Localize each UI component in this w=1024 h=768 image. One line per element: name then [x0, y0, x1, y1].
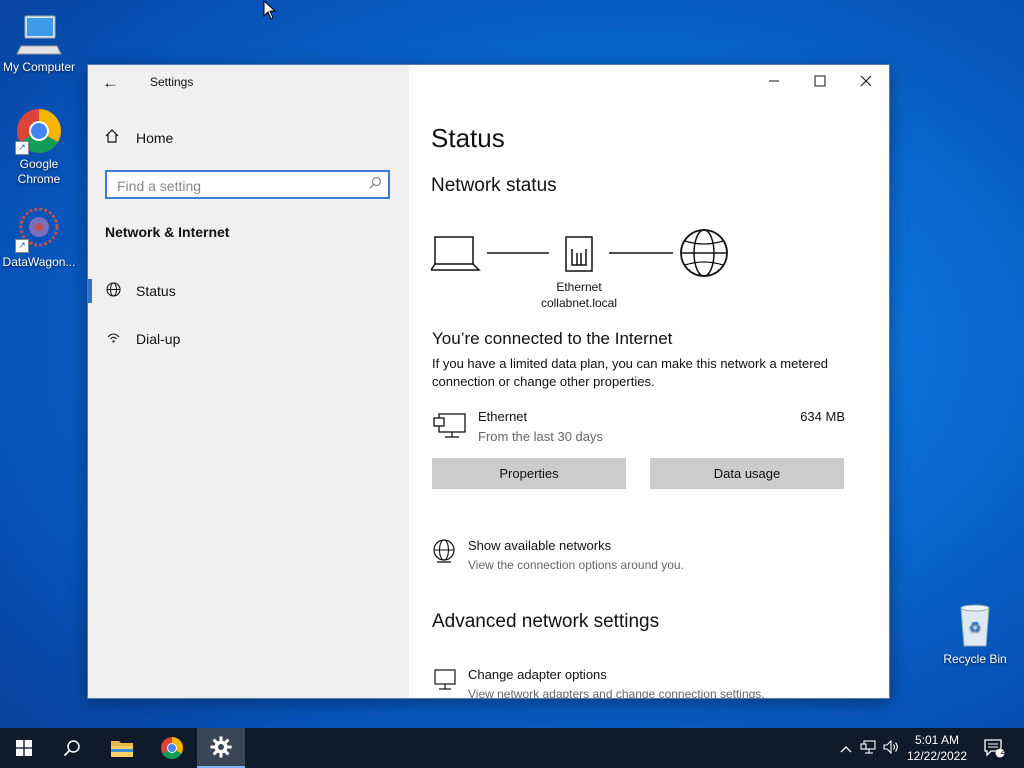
settings-content: Status Network status Ethernet collabnet [409, 65, 889, 698]
search-box[interactable] [105, 170, 390, 199]
change-adapter-title: Change adapter options [468, 667, 607, 682]
clock-date: 12/22/2022 [906, 749, 968, 763]
volume-icon[interactable] [880, 739, 902, 757]
shortcut-arrow-icon: ↗ [15, 239, 29, 253]
start-button[interactable] [0, 728, 48, 768]
internet-globe-icon [680, 229, 728, 277]
maximize-icon [814, 75, 826, 87]
sidebar-item-dial-up[interactable]: Dial-up [88, 319, 409, 359]
desktop-icon-label: My Computer [2, 60, 76, 74]
connection-usage: 634 MB [800, 409, 845, 424]
close-icon [860, 75, 872, 87]
settings-sidebar: ← Settings Home Network & Internet Statu… [88, 65, 409, 698]
svg-text:♻: ♻ [969, 620, 982, 636]
system-tray [838, 728, 902, 768]
taskbar-search-button[interactable] [48, 728, 96, 768]
adapter-label: Ethernet collabnet.local [529, 279, 629, 311]
action-center-button[interactable]: 2 [972, 728, 1016, 768]
recycle-bin-icon: ♻ [951, 602, 999, 650]
nav-home[interactable]: Home [105, 129, 173, 146]
taskbar-file-explorer[interactable] [98, 728, 146, 768]
sidebar-item-label: Status [136, 283, 176, 299]
taskbar-settings[interactable] [197, 728, 245, 768]
globe-network-icon [105, 282, 121, 300]
laptop-icon [431, 236, 481, 271]
maximize-button[interactable] [797, 65, 843, 97]
settings-window: ← Settings Home Network & Internet Statu… [87, 64, 890, 699]
desktop-icon-label: Google Chrome [17, 157, 61, 186]
connection-name: Ethernet [478, 409, 528, 424]
data-usage-button[interactable]: Data usage [650, 458, 844, 489]
network-tray-icon[interactable] [856, 739, 880, 757]
chrome-icon [161, 737, 183, 759]
connected-description: If you have a limited data plan, you can… [432, 356, 828, 389]
desktop-icon-datawagon[interactable]: ↗ DataWagon... [1, 205, 77, 270]
desktop-icon-my-computer[interactable]: My Computer [1, 10, 77, 75]
search-input[interactable] [115, 176, 359, 196]
adapter-domain: collabnet.local [540, 296, 618, 310]
globe-network-icon [433, 539, 455, 563]
window-title: Settings [150, 75, 194, 89]
ethernet-port-icon [565, 236, 593, 272]
adapter-pc-icon [434, 669, 456, 690]
desktop-icon-label: Recycle Bin [943, 652, 1007, 666]
ethernet-pc-icon [433, 413, 466, 438]
show-networks-title: Show available networks [468, 538, 612, 553]
desktop-icon-chrome[interactable]: ↗ Google Chrome [1, 107, 77, 187]
show-networks-subtitle: View the connection options around you. [468, 558, 684, 572]
change-adapter-subtitle: View network adapters and change connect… [468, 687, 765, 699]
page-title: Status [431, 123, 505, 153]
shortcut-arrow-icon: ↗ [15, 141, 29, 155]
nav-home-label: Home [136, 129, 174, 146]
search-icon [63, 740, 80, 757]
minimize-icon [769, 80, 779, 82]
datawagon-icon: ↗ [15, 205, 63, 253]
connected-heading: You’re connected to the Internet [432, 329, 673, 348]
notification-count-badge: 2 [1000, 746, 1006, 756]
clock-time: 5:01 AM [914, 733, 960, 747]
back-arrow-icon[interactable]: ← [102, 73, 119, 93]
taskbar: 5:01 AM 12/22/2022 2 [0, 728, 1024, 768]
connection-period: From the last 30 days [478, 429, 603, 444]
dial-up-icon [105, 330, 121, 348]
folder-icon [111, 741, 133, 757]
adapter-name: Ethernet [556, 280, 602, 294]
sidebar-section-title: Network & Internet [105, 224, 230, 240]
taskbar-chrome[interactable] [148, 728, 196, 768]
chrome-icon: ↗ [15, 107, 63, 155]
sidebar-item-label: Dial-up [136, 331, 181, 347]
desktop-icon-recycle-bin[interactable]: ♻ Recycle Bin [937, 602, 1013, 667]
home-icon [105, 129, 119, 146]
gear-icon [210, 736, 232, 758]
computer-icon [15, 10, 63, 58]
windows-logo-icon [16, 740, 32, 756]
chevron-up-icon[interactable] [838, 741, 854, 756]
minimize-button[interactable] [751, 65, 797, 97]
search-icon [369, 176, 382, 192]
network-status-heading: Network status [431, 175, 557, 196]
title-bar[interactable]: ← Settings [88, 65, 409, 99]
properties-button[interactable]: Properties [432, 458, 626, 489]
mouse-cursor-icon [263, 0, 277, 20]
advanced-settings-heading: Advanced network settings [432, 611, 660, 632]
taskbar-clock[interactable]: 5:01 AM 12/22/2022 [906, 732, 968, 764]
desktop-icon-label: DataWagon... [2, 255, 76, 269]
close-button[interactable] [843, 65, 889, 97]
sidebar-item-status[interactable]: Status [88, 271, 409, 311]
